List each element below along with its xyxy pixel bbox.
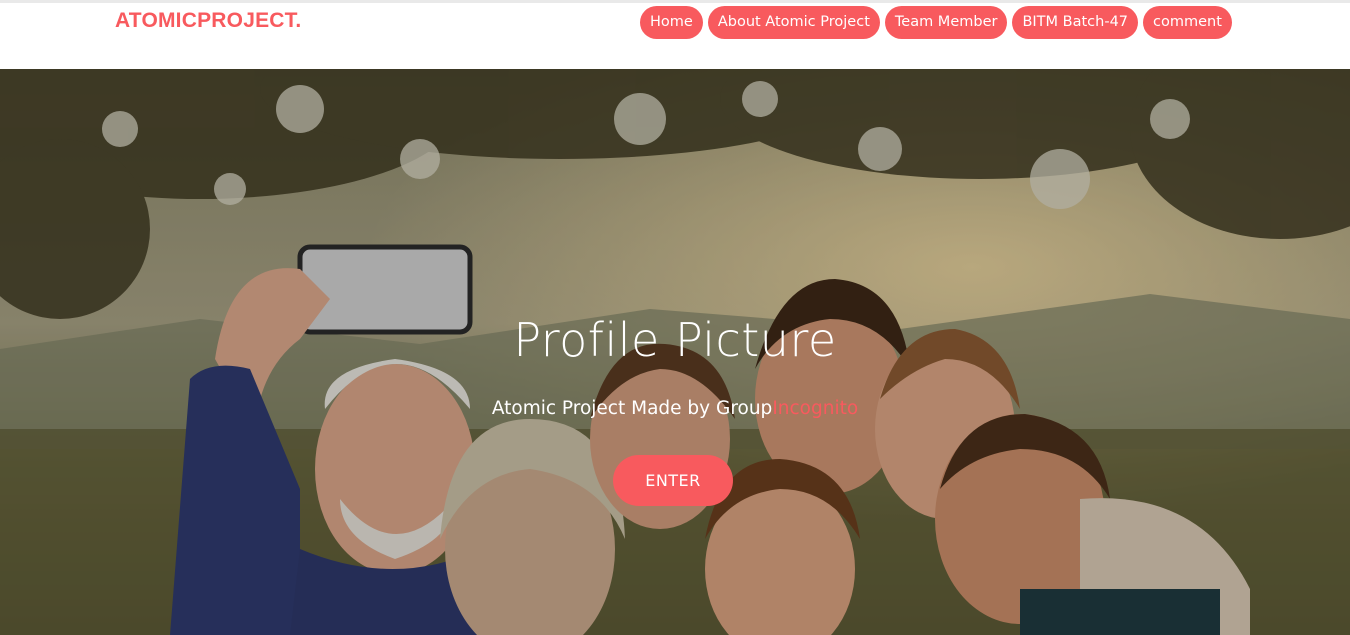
hero-title: Profile Picture — [513, 313, 837, 367]
nav-home-link[interactable]: Home — [640, 6, 703, 39]
hero-subtitle: Atomic Project Made by GroupIncognito — [0, 398, 1350, 419]
hero-subtitle-text: Atomic Project Made by Group — [491, 398, 773, 419]
brand-logo[interactable]: ATOMICPROJECT. — [115, 9, 301, 33]
site-header: ATOMICPROJECT. Home About Atomic Project… — [0, 3, 1350, 69]
main-nav: Home About Atomic Project Team Member BI… — [640, 6, 1232, 39]
nav-team-link[interactable]: Team Member — [884, 6, 1008, 39]
group-name-highlight: Incognito — [772, 398, 859, 419]
enter-button[interactable]: ENTER — [613, 455, 733, 506]
nav-about-link[interactable]: About Atomic Project — [707, 6, 880, 39]
nav-batch-link[interactable]: BITM Batch-47 — [1012, 6, 1139, 39]
hero-section: Profile Picture Atomic Project Made by G… — [0, 69, 1350, 635]
nav-comment-link[interactable]: comment — [1143, 6, 1232, 39]
